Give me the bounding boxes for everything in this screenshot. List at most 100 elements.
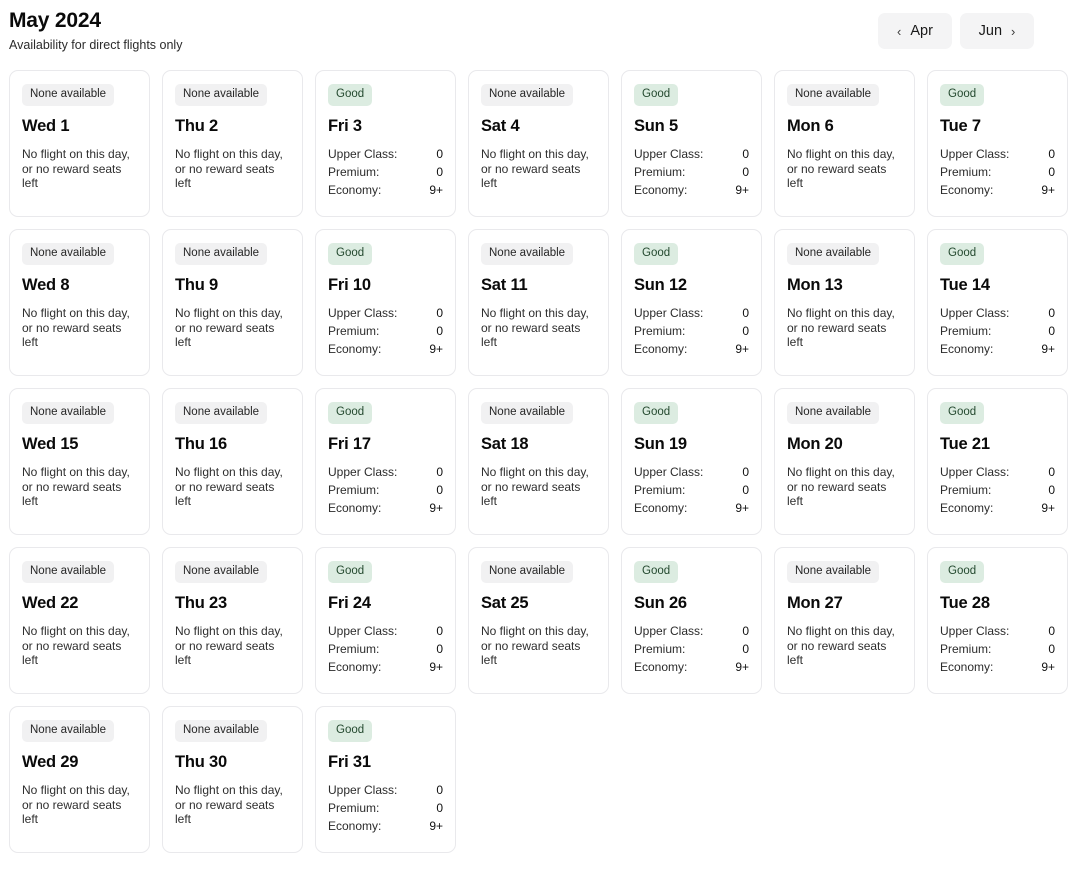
fare-value-economy: 9+ — [429, 182, 443, 197]
fare-value-premium: 0 — [742, 323, 749, 338]
day-card[interactable]: Good Fri 3 Upper Class: 0 Premium: 0 Economy: 9… — [315, 70, 456, 217]
no-availability-message: No flight on this day, or no reward seat… — [481, 306, 589, 349]
fare-value-economy: 9+ — [735, 659, 749, 674]
fare-value-economy: 9+ — [1041, 500, 1055, 515]
fare-row-premium: Premium: 0 — [634, 164, 749, 182]
day-label: Thu 16 — [175, 435, 227, 453]
day-card[interactable]: None available Mon 20 No flight on this da… — [774, 388, 915, 535]
day-card[interactable]: None available Mon 27 No flight on this da… — [774, 547, 915, 694]
fare-row-upper-class: Upper Class: 0 — [940, 464, 1055, 482]
fare-label-upper-class: Upper Class: — [328, 624, 398, 638]
previous-month-button[interactable]: ‹ Apr — [878, 13, 952, 49]
availability-badge: None available — [22, 243, 115, 265]
fare-label-economy: Economy: — [634, 341, 688, 356]
day-card[interactable]: Good Fri 17 Upper Class: 0 Premium: 0 Economy:… — [315, 388, 456, 535]
fare-row-premium: Premium: 0 — [328, 482, 443, 500]
fare-row-premium: Premium: 0 — [634, 482, 749, 500]
fare-availability-list: Upper Class: 0 Premium: 0 Economy: 9+ — [940, 623, 1055, 676]
fare-label-economy: Economy: — [328, 818, 382, 833]
fare-label-upper-class: Upper Class: — [634, 465, 704, 479]
day-card[interactable]: None available Thu 30 No flight on this da… — [162, 706, 303, 853]
day-card[interactable]: None available Sat 4 No flight on this day… — [468, 70, 609, 217]
previous-month-label: Apr — [910, 23, 933, 39]
day-label: Mon 20 — [787, 435, 843, 453]
availability-calendar-page: May 2024 Availability for direct flights… — [0, 0, 1080, 871]
month-navigation: ‹ Apr Jun › — [878, 8, 1034, 49]
day-card[interactable]: None available Wed 15 No flight on this da… — [9, 388, 150, 535]
fare-availability-list: Upper Class: 0 Premium: 0 Economy: 9+ — [634, 464, 749, 517]
day-card[interactable]: Good Tue 21 Upper Class: 0 Premium: 0 Economy:… — [927, 388, 1068, 535]
fare-availability-list: Upper Class: 0 Premium: 0 Economy: 9+ — [634, 305, 749, 358]
availability-badge: None available — [22, 402, 115, 424]
day-label: Fri 17 — [328, 435, 371, 453]
fare-value-premium: 0 — [436, 641, 443, 656]
fare-row-upper-class: Upper Class: 0 — [940, 305, 1055, 323]
day-label: Tue 14 — [940, 276, 990, 294]
availability-badge: Good — [940, 84, 985, 106]
day-card[interactable]: None available Sat 25 No flight on this da… — [468, 547, 609, 694]
day-label: Sat 25 — [481, 594, 529, 612]
no-availability-message: No flight on this day, or no reward seat… — [481, 624, 589, 667]
day-card[interactable]: None available Wed 1 No flight on this day… — [9, 70, 150, 217]
fare-value-economy: 9+ — [429, 500, 443, 515]
fare-row-upper-class: Upper Class: 0 — [634, 146, 749, 164]
availability-badge: Good — [634, 243, 679, 265]
day-card[interactable]: None available Thu 23 No flight on this da… — [162, 547, 303, 694]
fare-row-economy: Economy: 9+ — [940, 500, 1055, 518]
day-card[interactable]: None available Thu 2 No flight on this day… — [162, 70, 303, 217]
day-label: Wed 8 — [22, 276, 70, 294]
day-card[interactable]: None available Mon 13 No flight on this da… — [774, 229, 915, 376]
day-card[interactable]: Good Tue 7 Upper Class: 0 Premium: 0 Economy: 9… — [927, 70, 1068, 217]
day-card[interactable]: None available Sat 18 No flight on this da… — [468, 388, 609, 535]
next-month-button[interactable]: Jun › — [960, 13, 1034, 49]
fare-label-upper-class: Upper Class: — [634, 624, 704, 638]
day-label: Thu 9 — [175, 276, 218, 294]
fare-value-economy: 9+ — [1041, 182, 1055, 197]
day-card[interactable]: Good Tue 28 Upper Class: 0 Premium: 0 Economy:… — [927, 547, 1068, 694]
fare-availability-list: Upper Class: 0 Premium: 0 Economy: 9+ — [328, 623, 443, 676]
fare-value-premium: 0 — [1048, 164, 1055, 179]
day-card[interactable]: Good Fri 24 Upper Class: 0 Premium: 0 Economy:… — [315, 547, 456, 694]
fare-value-premium: 0 — [742, 164, 749, 179]
fare-label-premium: Premium: — [328, 164, 380, 179]
day-card[interactable]: None available Thu 9 No flight on this day… — [162, 229, 303, 376]
day-card[interactable]: None available Wed 8 No flight on this day… — [9, 229, 150, 376]
fare-label-upper-class: Upper Class: — [940, 624, 1010, 638]
fare-row-economy: Economy: 9+ — [940, 182, 1055, 200]
fare-value-economy: 9+ — [429, 659, 443, 674]
fare-label-economy: Economy: — [940, 182, 994, 197]
day-card[interactable]: None available Sat 11 No flight on this da… — [468, 229, 609, 376]
fare-value-premium: 0 — [436, 482, 443, 497]
day-label: Fri 24 — [328, 594, 371, 612]
availability-badge: None available — [481, 243, 574, 265]
availability-badge: Good — [634, 84, 679, 106]
no-availability-message: No flight on this day, or no reward seat… — [481, 465, 589, 508]
fare-row-economy: Economy: 9+ — [328, 659, 443, 677]
day-label: Fri 3 — [328, 117, 362, 135]
day-card[interactable]: None available Wed 22 No flight on this da… — [9, 547, 150, 694]
availability-badge: Good — [940, 561, 985, 583]
availability-badge: Good — [634, 561, 679, 583]
day-card[interactable]: Good Sun 12 Upper Class: 0 Premium: 0 Economy:… — [621, 229, 762, 376]
fare-label-upper-class: Upper Class: — [634, 147, 704, 161]
day-card[interactable]: None available Thu 16 No flight on this da… — [162, 388, 303, 535]
fare-availability-list: Upper Class: 0 Premium: 0 Economy: 9+ — [328, 146, 443, 199]
day-card[interactable]: Good Sun 5 Upper Class: 0 Premium: 0 Economy: 9… — [621, 70, 762, 217]
day-label: Sat 11 — [481, 276, 528, 294]
day-card[interactable]: Good Tue 14 Upper Class: 0 Premium: 0 Economy:… — [927, 229, 1068, 376]
fare-label-upper-class: Upper Class: — [634, 306, 704, 320]
fare-label-premium: Premium: — [634, 164, 686, 179]
fare-value-premium: 0 — [1048, 323, 1055, 338]
fare-value-upper-class: 0 — [742, 147, 749, 161]
calendar-grid: None available Wed 1 No flight on this day… — [0, 60, 1080, 853]
day-card[interactable]: Good Sun 26 Upper Class: 0 Premium: 0 Economy:… — [621, 547, 762, 694]
fare-value-upper-class: 0 — [742, 465, 749, 479]
day-card[interactable]: None available Wed 29 No flight on this da… — [9, 706, 150, 853]
day-card[interactable]: None available Mon 6 No flight on this day… — [774, 70, 915, 217]
fare-value-upper-class: 0 — [1048, 624, 1055, 638]
no-availability-message: No flight on this day, or no reward seat… — [175, 306, 283, 349]
day-card[interactable]: Good Fri 10 Upper Class: 0 Premium: 0 Economy:… — [315, 229, 456, 376]
fare-label-economy: Economy: — [328, 341, 382, 356]
day-card[interactable]: Good Fri 31 Upper Class: 0 Premium: 0 Economy:… — [315, 706, 456, 853]
day-card[interactable]: Good Sun 19 Upper Class: 0 Premium: 0 Economy:… — [621, 388, 762, 535]
